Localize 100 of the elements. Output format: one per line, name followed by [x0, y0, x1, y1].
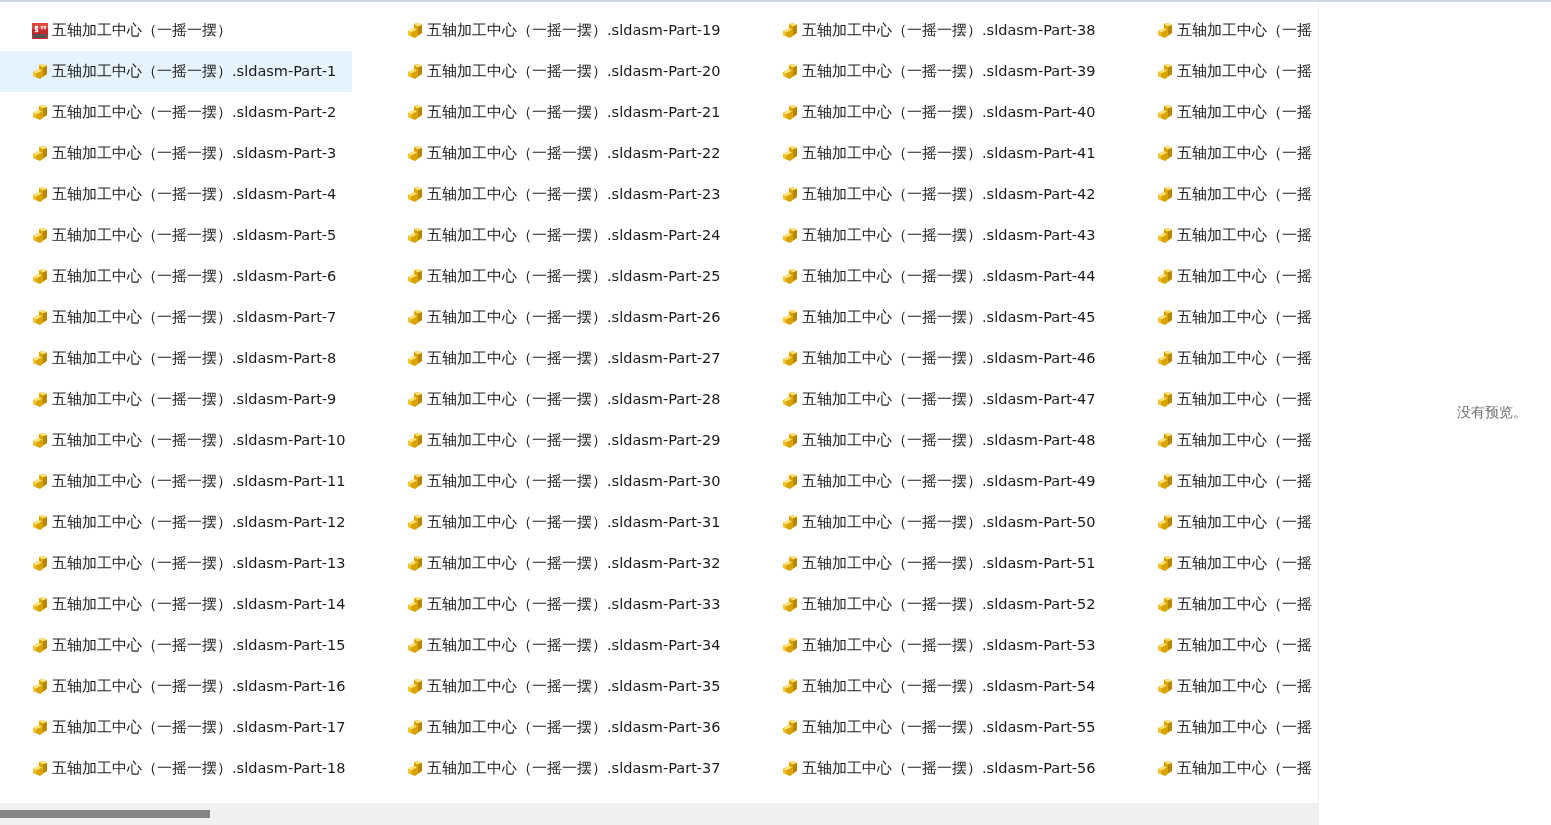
part-block-icon [1156, 144, 1174, 163]
file-item[interactable]: 五轴加工中心（一摇一摆）.sldasm-Part-32 [375, 543, 727, 584]
part-block-icon [406, 267, 424, 286]
file-item[interactable]: 五轴加工中心（一摇 [1125, 10, 1318, 51]
file-item[interactable]: 五轴加工中心（一摇 [1125, 215, 1318, 256]
file-item[interactable]: 五轴加工中心（一摇一摆）.sldasm-Part-6 [0, 256, 352, 297]
file-item[interactable]: 五轴加工中心（一摇一摆）.sldasm-Part-20 [375, 51, 727, 92]
part-block-icon [781, 390, 799, 409]
file-item[interactable]: 五轴加工中心（一摇 [1125, 92, 1318, 133]
file-item[interactable]: 五轴加工中心（一摇一摆）.sldasm-Part-21 [375, 92, 727, 133]
part-block-icon [781, 636, 799, 655]
file-item[interactable]: 五轴加工中心（一摇一摆）.sldasm-Part-13 [0, 543, 352, 584]
file-item[interactable]: 五轴加工中心（一摇 [1125, 297, 1318, 338]
file-item[interactable]: 五轴加工中心（一摇 [1125, 379, 1318, 420]
part-block-icon [1156, 267, 1174, 286]
file-item[interactable]: 五轴加工中心（一摇一摆）.sldasm-Part-50 [750, 502, 1102, 543]
part-block-icon [406, 349, 424, 368]
file-item[interactable]: 五轴加工中心（一摇 [1125, 584, 1318, 625]
file-item[interactable]: 五轴加工中心（一摇一摆）.sldasm-Part-42 [750, 174, 1102, 215]
file-item[interactable]: 五轴加工中心（一摇 [1125, 420, 1318, 461]
file-item[interactable]: 五轴加工中心（一摇一摆） [0, 10, 352, 51]
file-item[interactable]: 五轴加工中心（一摇 [1125, 543, 1318, 584]
file-item[interactable]: 五轴加工中心（一摇一摆）.sldasm-Part-1 [0, 51, 352, 92]
part-block-icon [31, 677, 49, 696]
part-block-icon [781, 185, 799, 204]
file-item[interactable]: 五轴加工中心（一摇 [1125, 707, 1318, 748]
file-item[interactable]: 五轴加工中心（一摇 [1125, 502, 1318, 543]
file-item[interactable]: 五轴加工中心（一摇一摆）.sldasm-Part-56 [750, 748, 1102, 789]
part-block-icon [1156, 677, 1174, 696]
file-item[interactable]: 五轴加工中心（一摇一摆）.sldasm-Part-54 [750, 666, 1102, 707]
part-block-icon [1156, 103, 1174, 122]
file-item[interactable]: 五轴加工中心（一摇一摆）.sldasm-Part-29 [375, 420, 727, 461]
file-item[interactable]: 五轴加工中心（一摇一摆）.sldasm-Part-2 [0, 92, 352, 133]
file-item[interactable]: 五轴加工中心（一摇 [1125, 338, 1318, 379]
file-item[interactable]: 五轴加工中心（一摇一摆）.sldasm-Part-15 [0, 625, 352, 666]
file-item[interactable]: 五轴加工中心（一摇一摆）.sldasm-Part-23 [375, 174, 727, 215]
file-item[interactable]: 五轴加工中心（一摇一摆）.sldasm-Part-7 [0, 297, 352, 338]
file-item[interactable]: 五轴加工中心（一摇一摆）.sldasm-Part-43 [750, 215, 1102, 256]
file-item[interactable]: 五轴加工中心（一摇一摆）.sldasm-Part-45 [750, 297, 1102, 338]
file-item[interactable]: 五轴加工中心（一摇一摆）.sldasm-Part-9 [0, 379, 352, 420]
file-item[interactable]: 五轴加工中心（一摇一摆）.sldasm-Part-24 [375, 215, 727, 256]
file-item[interactable]: 五轴加工中心（一摇一摆）.sldasm-Part-28 [375, 379, 727, 420]
part-block-icon [1156, 513, 1174, 532]
file-item[interactable]: 五轴加工中心（一摇一摆）.sldasm-Part-3 [0, 133, 352, 174]
file-item[interactable]: 五轴加工中心（一摇一摆）.sldasm-Part-37 [375, 748, 727, 789]
part-block-icon [1156, 349, 1174, 368]
part-block-icon [31, 226, 49, 245]
part-block-icon [31, 595, 49, 614]
file-item[interactable]: 五轴加工中心（一摇一摆）.sldasm-Part-25 [375, 256, 727, 297]
file-item[interactable]: 五轴加工中心（一摇一摆）.sldasm-Part-8 [0, 338, 352, 379]
file-item[interactable]: 五轴加工中心（一摇一摆）.sldasm-Part-39 [750, 51, 1102, 92]
file-item[interactable]: 五轴加工中心（一摇 [1125, 625, 1318, 666]
file-item[interactable]: 五轴加工中心（一摇 [1125, 174, 1318, 215]
part-block-icon [1156, 185, 1174, 204]
file-item[interactable]: 五轴加工中心（一摇一摆）.sldasm-Part-52 [750, 584, 1102, 625]
file-item[interactable]: 五轴加工中心（一摇一摆）.sldasm-Part-55 [750, 707, 1102, 748]
file-item[interactable]: 五轴加工中心（一摇一摆）.sldasm-Part-27 [375, 338, 727, 379]
part-block-icon [781, 431, 799, 450]
file-item[interactable]: 五轴加工中心（一摇一摆）.sldasm-Part-35 [375, 666, 727, 707]
file-item[interactable]: 五轴加工中心（一摇一摆）.sldasm-Part-41 [750, 133, 1102, 174]
file-item[interactable]: 五轴加工中心（一摇 [1125, 666, 1318, 707]
file-item[interactable]: 五轴加工中心（一摇一摆）.sldasm-Part-44 [750, 256, 1102, 297]
file-item[interactable]: 五轴加工中心（一摇一摆）.sldasm-Part-14 [0, 584, 352, 625]
file-item[interactable]: 五轴加工中心（一摇一摆）.sldasm-Part-17 [0, 707, 352, 748]
file-item[interactable]: 五轴加工中心（一摇一摆）.sldasm-Part-18 [0, 748, 352, 789]
file-item[interactable]: 五轴加工中心（一摇一摆）.sldasm-Part-40 [750, 92, 1102, 133]
file-item[interactable]: 五轴加工中心（一摇一摆）.sldasm-Part-26 [375, 297, 727, 338]
part-block-icon [31, 308, 49, 327]
file-item[interactable]: 五轴加工中心（一摇一摆）.sldasm-Part-34 [375, 625, 727, 666]
file-item[interactable]: 五轴加工中心（一摇 [1125, 748, 1318, 789]
part-block-icon [31, 390, 49, 409]
file-item[interactable]: 五轴加工中心（一摇一摆）.sldasm-Part-10 [0, 420, 352, 461]
file-item[interactable]: 五轴加工中心（一摇 [1125, 461, 1318, 502]
file-item[interactable]: 五轴加工中心（一摇一摆）.sldasm-Part-33 [375, 584, 727, 625]
file-item[interactable]: 五轴加工中心（一摇一摆）.sldasm-Part-36 [375, 707, 727, 748]
file-item[interactable]: 五轴加工中心（一摇一摆）.sldasm-Part-48 [750, 420, 1102, 461]
file-item[interactable]: 五轴加工中心（一摇一摆）.sldasm-Part-22 [375, 133, 727, 174]
file-item[interactable]: 五轴加工中心（一摇一摆）.sldasm-Part-47 [750, 379, 1102, 420]
horizontal-scrollbar[interactable] [0, 803, 1318, 825]
file-item[interactable]: 五轴加工中心（一摇 [1125, 51, 1318, 92]
file-item[interactable]: 五轴加工中心（一摇 [1125, 256, 1318, 297]
file-item[interactable]: 五轴加工中心（一摇 [1125, 133, 1318, 174]
file-item[interactable]: 五轴加工中心（一摇一摆）.sldasm-Part-11 [0, 461, 352, 502]
file-item[interactable]: 五轴加工中心（一摇一摆）.sldasm-Part-30 [375, 461, 727, 502]
file-item[interactable]: 五轴加工中心（一摇一摆）.sldasm-Part-5 [0, 215, 352, 256]
part-block-icon [31, 759, 49, 778]
file-item[interactable]: 五轴加工中心（一摇一摆）.sldasm-Part-49 [750, 461, 1102, 502]
file-item[interactable]: 五轴加工中心（一摇一摆）.sldasm-Part-38 [750, 10, 1102, 51]
file-item[interactable]: 五轴加工中心（一摇一摆）.sldasm-Part-4 [0, 174, 352, 215]
part-block-icon [406, 513, 424, 532]
file-item[interactable]: 五轴加工中心（一摇一摆）.sldasm-Part-51 [750, 543, 1102, 584]
file-item[interactable]: 五轴加工中心（一摇一摆）.sldasm-Part-53 [750, 625, 1102, 666]
file-item[interactable]: 五轴加工中心（一摇一摆）.sldasm-Part-46 [750, 338, 1102, 379]
file-item[interactable]: 五轴加工中心（一摇一摆）.sldasm-Part-16 [0, 666, 352, 707]
part-block-icon [31, 554, 49, 573]
file-item[interactable]: 五轴加工中心（一摇一摆）.sldasm-Part-31 [375, 502, 727, 543]
scrollbar-thumb[interactable] [0, 810, 210, 818]
file-item[interactable]: 五轴加工中心（一摇一摆）.sldasm-Part-12 [0, 502, 352, 543]
file-item[interactable]: 五轴加工中心（一摇一摆）.sldasm-Part-19 [375, 10, 727, 51]
part-block-icon [1156, 226, 1174, 245]
